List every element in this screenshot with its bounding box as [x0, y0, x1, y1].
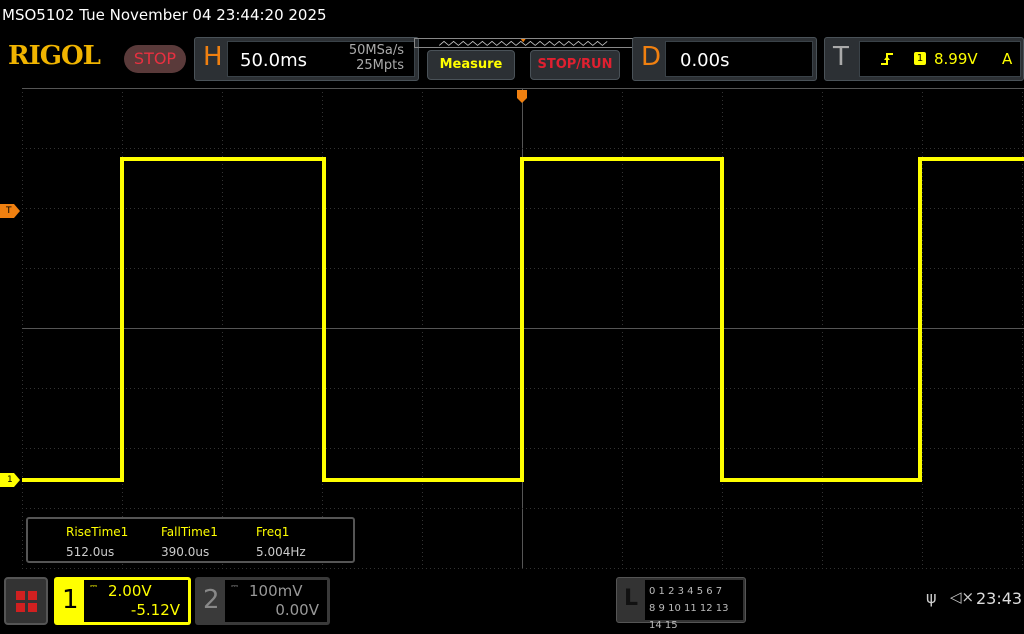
measurement-label: RiseTime1 — [66, 525, 129, 539]
measurement-label: FallTime1 — [161, 525, 218, 539]
logic-channels-row: 8 9 10 11 12 13 14 15 — [649, 603, 729, 631]
channel-1-trace — [22, 157, 1024, 482]
clock: 23:43 — [976, 589, 1023, 608]
measurement-label: Freq1 — [256, 525, 290, 539]
channel-1-panel[interactable]: 1 ⎓ 2.00V -5.12V — [54, 577, 191, 625]
run-state-badge: STOP — [124, 45, 186, 73]
memory-depth: 25Mpts — [356, 58, 404, 73]
measurement-value: 390.0us — [161, 545, 210, 559]
sample-rate: 50MSa/s — [348, 43, 404, 58]
horizontal-panel[interactable]: H 50.0ms 50MSa/s 25Mpts — [194, 37, 419, 81]
waveform-display[interactable] — [22, 88, 1024, 569]
stop-run-button[interactable]: STOP/RUN — [530, 50, 620, 80]
trigger-label: T — [833, 42, 849, 72]
channel-1-ground-marker[interactable]: 1 — [0, 473, 20, 487]
logic-label: L — [624, 586, 639, 611]
menu-grid-icon — [16, 591, 37, 612]
trigger-position-marker — [517, 90, 527, 103]
mute-icon[interactable]: ◁× — [950, 588, 974, 606]
dc-coupling-icon: ⎓ — [90, 582, 98, 592]
trigger-panel[interactable]: T 1 8.99V A — [824, 37, 1024, 81]
channel-offset: -5.12V — [130, 601, 180, 619]
channel-2-panel[interactable]: 2 ⎓ 100mV 0.00V — [195, 577, 330, 625]
channel-number: 1 — [62, 585, 79, 615]
logic-analyzer-panel[interactable]: L 0 1 2 3 4 5 6 7 8 9 10 11 12 13 14 15 — [616, 577, 746, 631]
measurement-panel: RiseTime1 512.0us FallTime1 390.0us Freq… — [26, 517, 355, 563]
delay-value: 0.00s — [680, 50, 730, 71]
channel-scale: 2.00V — [108, 582, 152, 600]
memory-position-strip — [414, 38, 634, 48]
dc-coupling-icon: ⎓ — [231, 582, 239, 592]
acquisition-info: 50MSa/s 25Mpts — [349, 43, 404, 73]
measure-button[interactable]: Measure — [427, 50, 515, 80]
trigger-level: 8.99V — [934, 50, 978, 68]
channel-number: 2 — [203, 585, 220, 615]
measurement-value: 5.004Hz — [256, 545, 306, 559]
channel-scale: 100mV — [249, 582, 303, 600]
window-title: MSO5102 Tue November 04 23:44:20 2025 — [2, 6, 327, 24]
trigger-level-marker[interactable]: T — [0, 204, 20, 218]
trigger-mode: A — [1002, 50, 1013, 68]
usb-icon: ψ — [926, 588, 937, 607]
measurement-value: 512.0us — [66, 545, 115, 559]
delay-label: D — [641, 42, 662, 72]
trigger-source-badge: 1 — [914, 52, 926, 65]
rising-edge-icon — [881, 53, 893, 65]
timebase-value: 50.0ms — [240, 50, 307, 71]
horizontal-label: H — [203, 42, 223, 72]
channel-offset: 0.00V — [275, 601, 319, 619]
delay-panel[interactable]: D 0.00s — [632, 37, 817, 81]
logic-channels-row: 0 1 2 3 4 5 6 7 — [649, 586, 723, 597]
rigol-logo: RIGOL — [8, 41, 101, 71]
main-menu-button[interactable] — [4, 577, 48, 625]
